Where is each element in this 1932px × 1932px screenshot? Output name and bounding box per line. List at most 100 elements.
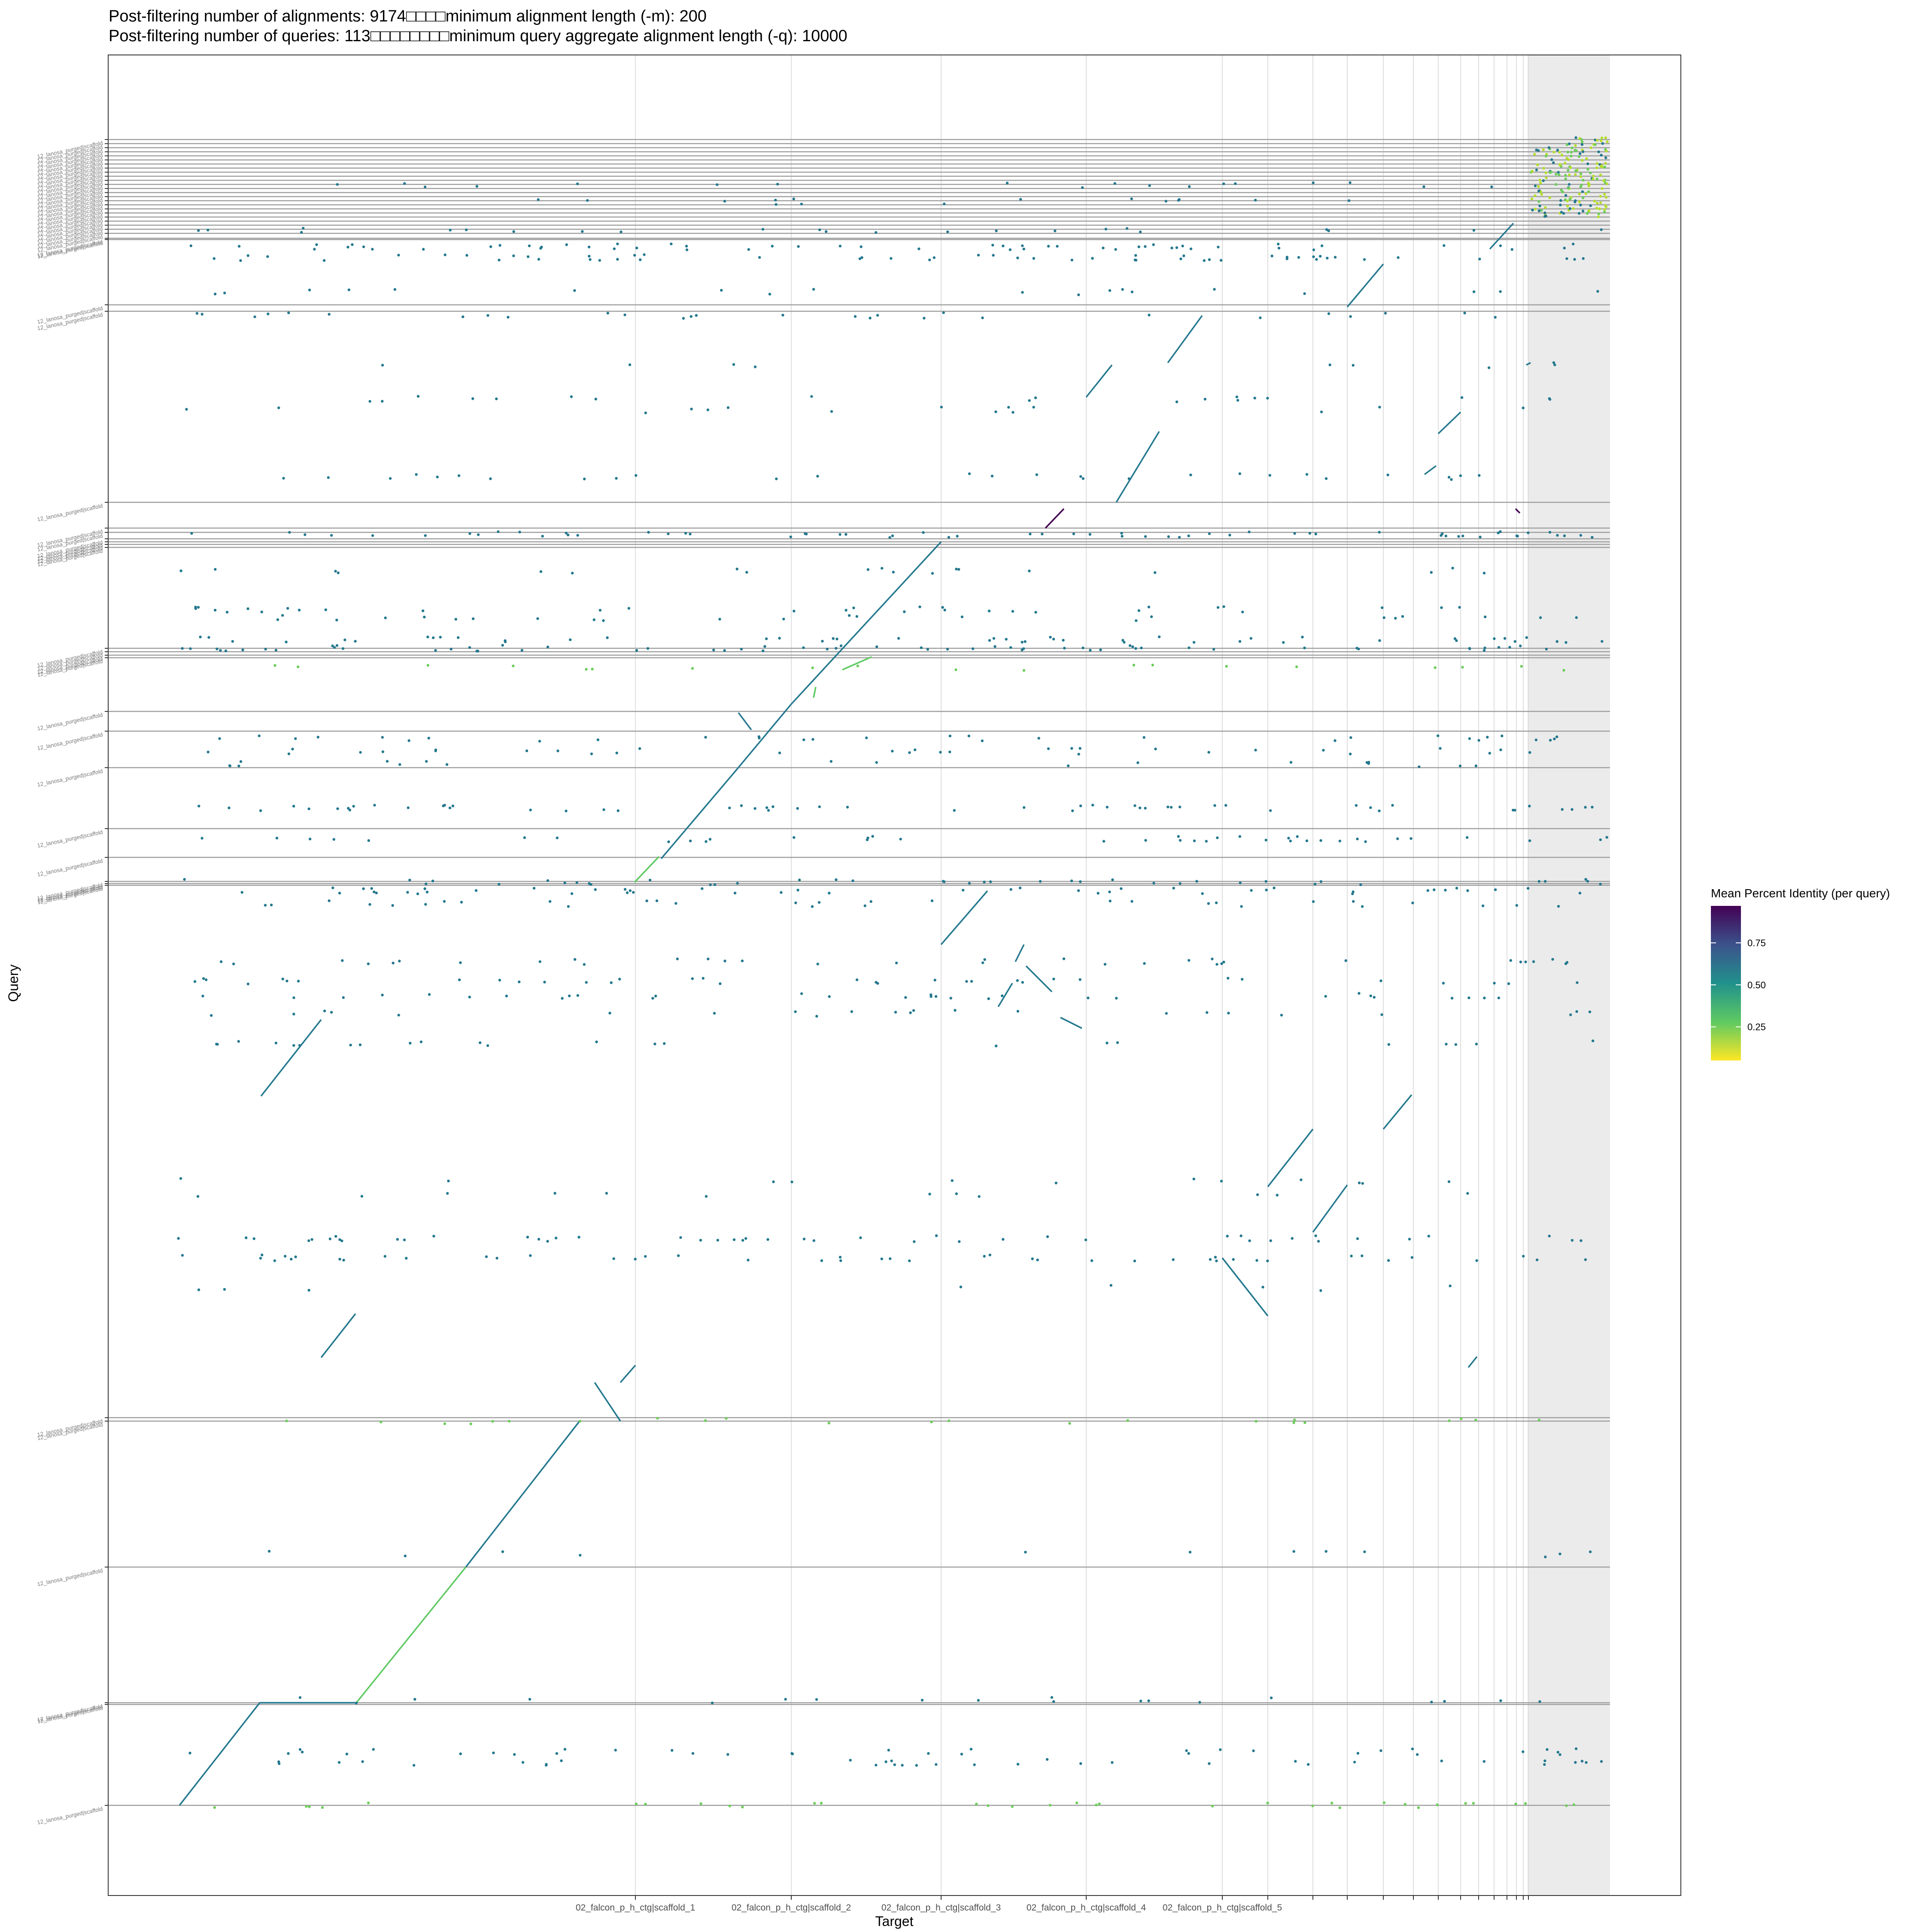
alignment-point bbox=[570, 892, 574, 895]
alignment-point bbox=[237, 1040, 240, 1043]
alignment-point bbox=[423, 887, 426, 890]
alignment-point bbox=[954, 668, 957, 671]
alignment-point bbox=[422, 248, 425, 251]
alignment-point bbox=[830, 410, 833, 413]
alignment-point bbox=[200, 837, 204, 840]
alignment-point bbox=[1459, 474, 1462, 477]
alignment-point bbox=[1584, 192, 1587, 195]
alignment-point bbox=[1559, 199, 1562, 202]
alignment-point bbox=[740, 647, 743, 651]
alignment-point bbox=[784, 1698, 787, 1701]
alignment-point bbox=[1593, 200, 1596, 203]
alignment-point bbox=[1543, 880, 1547, 883]
alignment-point bbox=[884, 1760, 887, 1763]
alignment-point bbox=[1224, 804, 1227, 807]
alignment-point bbox=[292, 1044, 295, 1047]
alignment-point bbox=[766, 1238, 769, 1241]
alignment-point bbox=[505, 994, 508, 997]
alignment-point bbox=[1305, 473, 1309, 476]
alignment-point bbox=[897, 637, 900, 640]
alignment-point bbox=[811, 905, 814, 908]
alignment-point bbox=[354, 640, 357, 643]
alignment-point bbox=[497, 530, 500, 533]
alignment-point bbox=[578, 1420, 582, 1423]
alignment-point bbox=[1564, 177, 1567, 180]
alignment-point bbox=[918, 605, 921, 608]
alignment-point bbox=[1560, 153, 1564, 157]
alignment-point bbox=[1075, 1801, 1078, 1804]
alignment-point bbox=[671, 1749, 674, 1752]
alignment-point bbox=[546, 645, 550, 649]
alignment-point bbox=[765, 806, 769, 809]
alignment-point bbox=[701, 887, 704, 890]
alignment-point bbox=[1047, 245, 1050, 248]
alignment-point bbox=[1587, 190, 1590, 193]
alignment-point bbox=[568, 994, 571, 997]
alignment-point bbox=[690, 315, 693, 318]
alignment-point bbox=[1604, 196, 1608, 199]
alignment-point bbox=[1579, 534, 1583, 537]
alignment-point bbox=[685, 248, 689, 251]
alignment-point bbox=[270, 903, 273, 906]
alignment-point bbox=[695, 314, 698, 317]
alignment-point bbox=[1562, 669, 1565, 672]
alignment-point bbox=[670, 242, 673, 246]
alignment-point bbox=[556, 836, 559, 839]
alignment-point bbox=[890, 257, 893, 260]
alignment-point bbox=[1528, 805, 1531, 808]
alignment-point bbox=[298, 1748, 302, 1751]
alignment-point bbox=[1558, 164, 1561, 167]
alignment-point bbox=[486, 1044, 489, 1047]
alignment-point bbox=[1219, 1748, 1222, 1751]
alignment-point bbox=[267, 1550, 271, 1553]
alignment-point bbox=[1515, 904, 1518, 907]
alignment-point bbox=[274, 649, 278, 652]
alignment-point bbox=[1601, 640, 1604, 643]
alignment-point bbox=[844, 533, 848, 536]
alignment-point bbox=[1482, 571, 1486, 575]
alignment-point bbox=[563, 1748, 567, 1751]
alignment-point bbox=[1024, 640, 1027, 643]
alignment-point bbox=[539, 570, 543, 573]
legend-tick-label: 0.50 bbox=[1747, 980, 1766, 990]
alignment-point bbox=[459, 1752, 462, 1756]
alignment-point bbox=[1072, 532, 1075, 535]
alignment-point bbox=[197, 805, 200, 808]
alignment-point bbox=[930, 995, 933, 998]
alignment-point bbox=[645, 899, 648, 902]
alignment-point bbox=[965, 980, 968, 983]
alignment-point bbox=[1188, 959, 1191, 962]
alignment-point bbox=[485, 1255, 488, 1258]
alignment-point bbox=[811, 738, 814, 741]
alignment-point bbox=[1454, 1043, 1458, 1046]
alignment-point bbox=[1254, 748, 1257, 752]
alignment-point bbox=[1269, 1239, 1272, 1242]
alignment-point bbox=[207, 636, 210, 639]
alignment-point bbox=[331, 886, 334, 890]
alignment-point bbox=[1430, 571, 1433, 574]
alignment-point bbox=[1214, 1256, 1217, 1259]
alignment-point bbox=[816, 963, 819, 966]
alignment-point bbox=[1177, 199, 1180, 202]
alignment-point bbox=[1581, 190, 1584, 193]
alignment-point bbox=[1255, 1420, 1258, 1423]
alignment-point bbox=[1077, 753, 1080, 756]
alignment-point bbox=[960, 1753, 963, 1756]
alignment-point bbox=[1305, 839, 1309, 842]
alignment-point bbox=[1317, 1239, 1320, 1243]
alignment-point bbox=[617, 809, 620, 812]
alignment-point bbox=[1002, 244, 1005, 247]
alignment-point bbox=[1487, 366, 1491, 369]
alignment-point bbox=[908, 1259, 911, 1262]
alignment-point bbox=[1447, 476, 1451, 479]
alignment-point bbox=[1499, 748, 1502, 751]
alignment-point bbox=[465, 228, 468, 231]
alignment-point bbox=[635, 649, 638, 652]
alignment-point bbox=[224, 649, 228, 653]
alignment-point bbox=[1023, 806, 1026, 809]
alignment-point bbox=[793, 610, 796, 613]
alignment-point bbox=[1303, 647, 1306, 650]
alignment-point bbox=[478, 1041, 482, 1044]
alignment-point bbox=[1070, 258, 1073, 261]
alignment-point bbox=[1569, 1013, 1572, 1016]
